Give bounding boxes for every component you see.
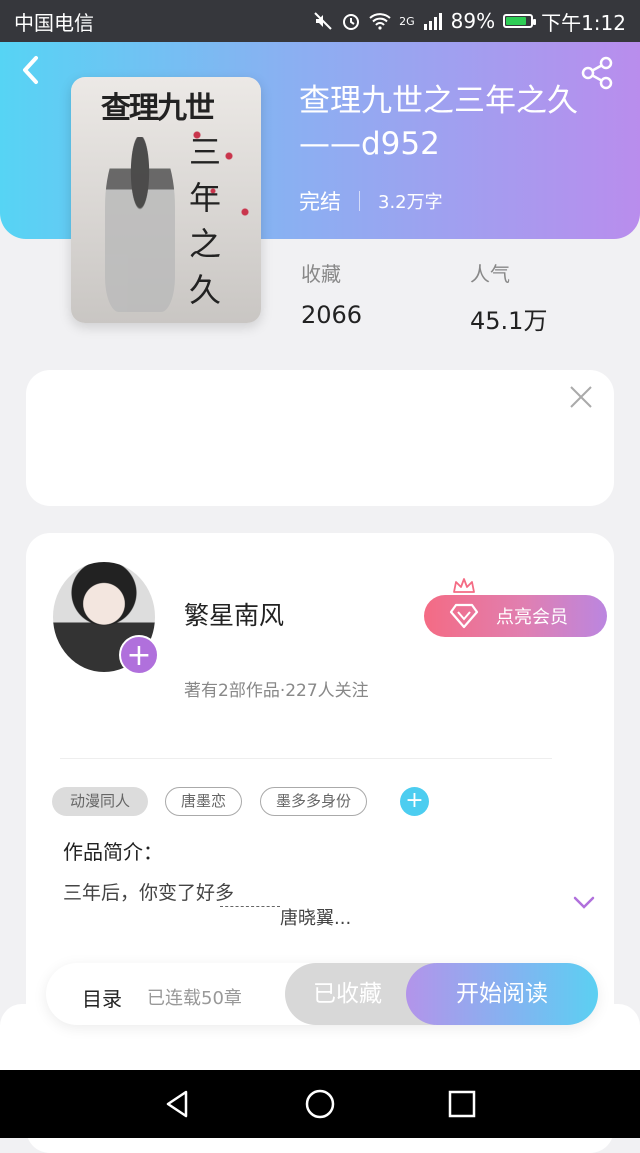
stat-label: 收藏 [301, 262, 341, 286]
author-name[interactable]: 繁星南风 [184, 596, 284, 632]
cover-illustration [105, 137, 175, 312]
plus-icon: + [405, 788, 424, 813]
clock: 下午1:12 [541, 10, 626, 35]
stat-popularity: 人气 45.1万 [470, 258, 547, 336]
cover-title-vertical: 三年之久 [189, 133, 222, 309]
network-type-label: 2G [399, 14, 415, 28]
chevron-down-icon[interactable] [573, 896, 595, 910]
mute-icon [314, 12, 332, 30]
wifi-icon [369, 13, 391, 30]
stat-label: 人气 [470, 262, 510, 286]
book-status: 完结 [299, 190, 341, 214]
crown-icon [453, 578, 475, 593]
ad-banner[interactable] [26, 370, 614, 506]
close-ad-button[interactable] [568, 384, 594, 410]
tag-chip[interactable]: 唐墨恋 [165, 787, 242, 816]
intro-heading: 作品简介： [63, 840, 163, 864]
stat-value: 45.1万 [470, 307, 548, 335]
cover-title-horizontal: 查理九世 [101, 91, 215, 126]
chapter-count: 已连载50章 [147, 988, 242, 1009]
start-reading-button[interactable]: 开始阅读 [406, 963, 598, 1025]
diamond-icon [449, 603, 479, 629]
chevron-left-icon [23, 56, 38, 84]
intro-dashes [220, 906, 280, 907]
add-tag-button[interactable]: + [400, 787, 429, 816]
section-divider [60, 758, 552, 759]
stat-value: 2066 [301, 301, 363, 329]
status-bar: 中国电信 2G 89% 下午1:12 [0, 0, 640, 42]
meta-divider [359, 191, 360, 211]
signal-icon [423, 13, 442, 30]
back-triangle-icon[interactable] [162, 1088, 194, 1120]
intro-text-line1: 三年后，你变了好多 [63, 882, 235, 904]
battery-icon [503, 14, 537, 28]
back-button[interactable] [20, 54, 54, 94]
book-meta: 完结 3.2万字 [299, 186, 443, 216]
battery-fill [506, 17, 527, 25]
alarm-icon [343, 14, 360, 30]
toc-button[interactable]: 目录 [82, 983, 122, 1012]
status-indicators: 2G 89% 下午1:12 [313, 7, 626, 36]
author-stats: 著有2部作品·227人关注 [184, 681, 369, 701]
plus-icon: + [126, 638, 152, 673]
tag-chip[interactable]: 动漫同人 [52, 787, 148, 816]
battery-percent: 89% [450, 9, 496, 33]
stat-favorites: 收藏 2066 [301, 258, 362, 329]
recent-square-icon[interactable] [446, 1088, 478, 1120]
tag-chip[interactable]: 墨多多身份 [260, 787, 367, 816]
close-icon [570, 386, 592, 408]
intro-text-line2: 唐晓翼... [280, 908, 352, 929]
home-circle-icon[interactable] [304, 1088, 336, 1120]
book-title: 查理九世之三年之久——d952 [299, 83, 578, 162]
follow-author-button[interactable]: + [119, 635, 159, 675]
book-cover[interactable]: 查理九世 三年之久 [71, 77, 261, 323]
carrier-label: 中国电信 [14, 10, 94, 35]
word-count: 3.2万字 [378, 192, 443, 213]
vip-label: 点亮会员 [496, 607, 568, 628]
